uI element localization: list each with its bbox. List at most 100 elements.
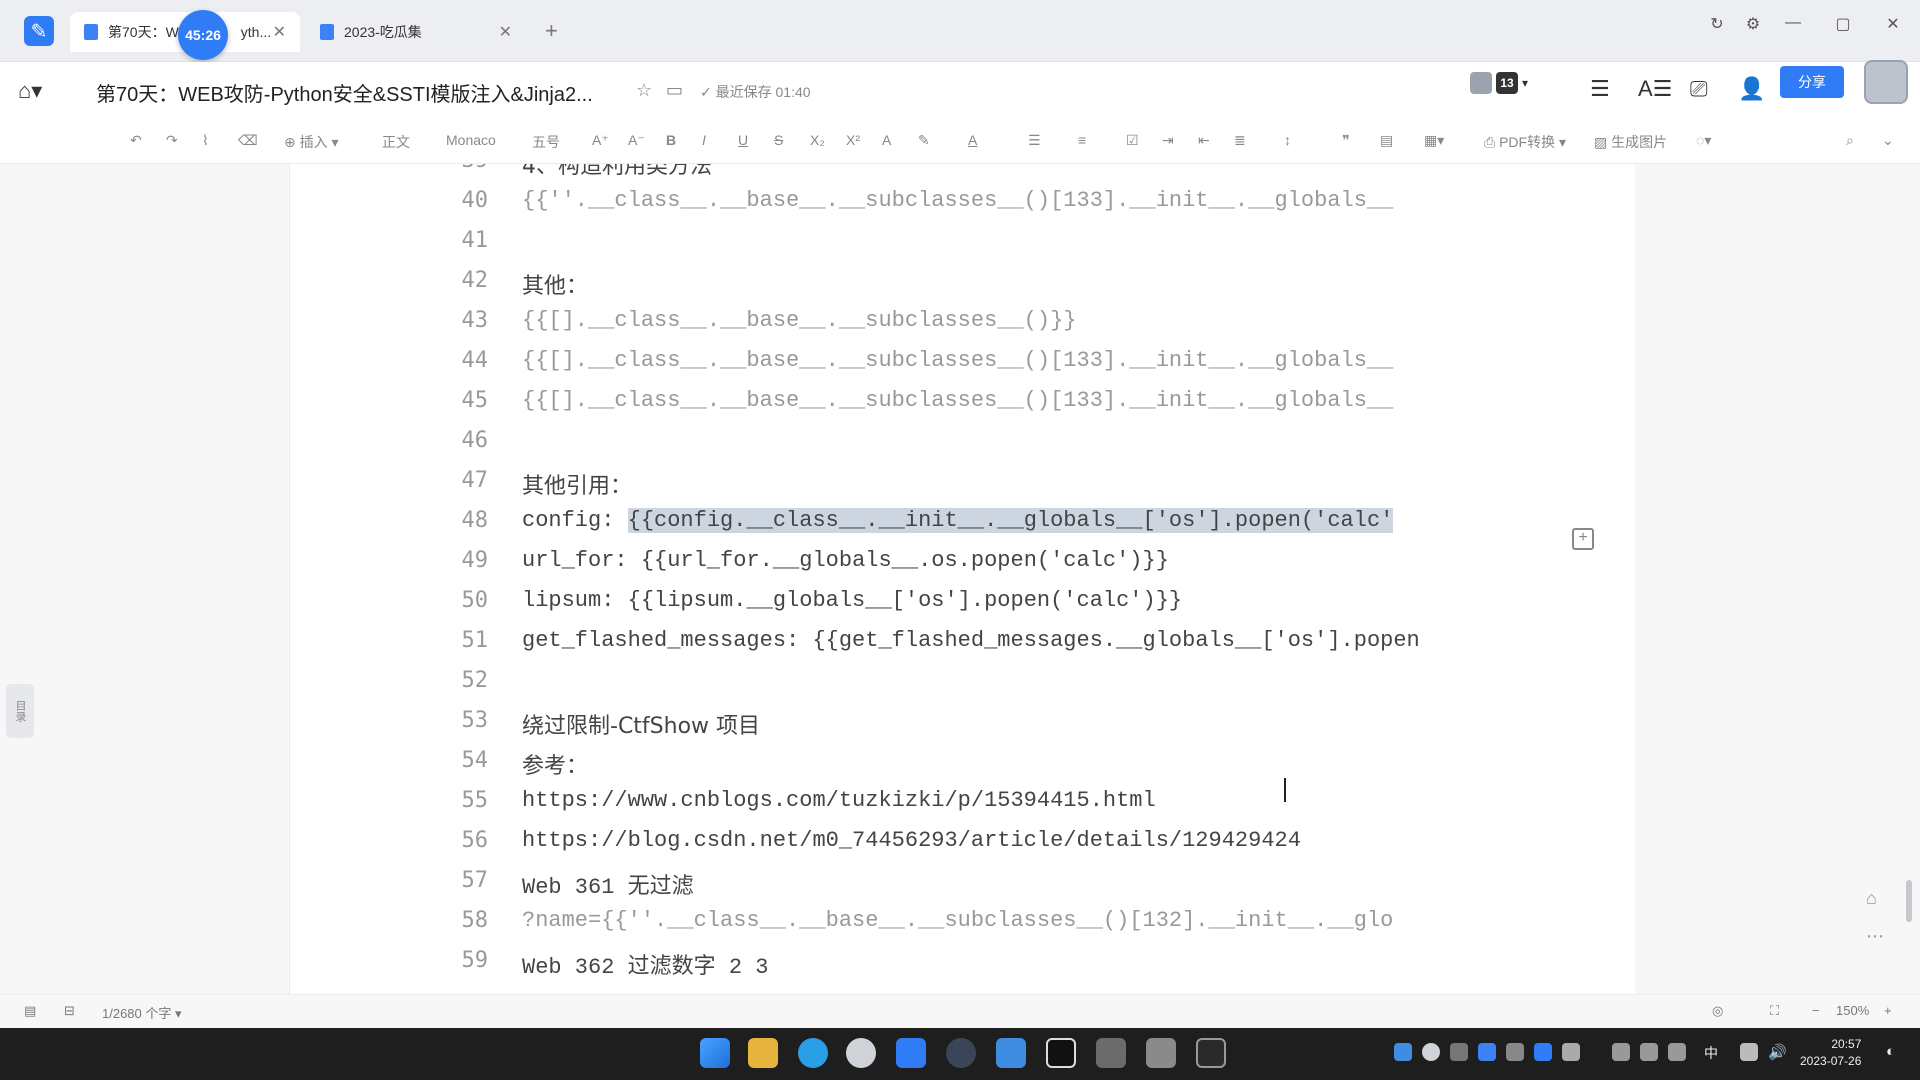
- online-users[interactable]: 13 ▾: [1470, 70, 1530, 96]
- insert-button[interactable]: ⊕ 插入 ▾: [284, 132, 339, 152]
- tray-app-icon[interactable]: [1394, 1043, 1412, 1061]
- assistant-icon[interactable]: ⌂: [1866, 888, 1877, 909]
- align-center-icon[interactable]: ≡: [1078, 132, 1086, 148]
- system-clock[interactable]: 20:57 2023-07-26: [1800, 1036, 1861, 1070]
- refresh-icon[interactable]: ↻: [1702, 14, 1732, 34]
- maximize-button[interactable]: ▢: [1828, 14, 1858, 34]
- edge-browser-icon[interactable]: [798, 1038, 828, 1068]
- tray-app-icon[interactable]: [1506, 1043, 1524, 1061]
- zoom-level[interactable]: 150%: [1836, 1003, 1869, 1018]
- present-icon[interactable]: ⎚: [1690, 76, 1708, 102]
- collaborator-icon[interactable]: 👤: [1738, 76, 1765, 102]
- file-explorer-icon[interactable]: [748, 1038, 778, 1068]
- doc-line[interactable]: 40 {{''.__class__.__base__.__subclasses_…: [290, 188, 1635, 228]
- tray-app-icon[interactable]: [1422, 1043, 1440, 1061]
- menu-icon[interactable]: ☰: [1590, 76, 1610, 102]
- doc-line[interactable]: 45 {{[].__class__.__base__.__subclasses_…: [290, 388, 1635, 428]
- underline-icon[interactable]: U: [738, 132, 748, 148]
- quote-icon[interactable]: ❞: [1342, 132, 1350, 149]
- app-icon[interactable]: [1096, 1038, 1126, 1068]
- align-left-icon[interactable]: ≣: [1234, 132, 1246, 149]
- table-icon[interactable]: ▦▾: [1424, 132, 1444, 149]
- share-button[interactable]: 分享: [1780, 66, 1844, 98]
- close-tab-icon[interactable]: ✕: [499, 22, 512, 42]
- doc-line[interactable]: 43 {{[].__class__.__base__.__subclasses_…: [290, 308, 1635, 348]
- volume-icon[interactable]: 🔊: [1768, 1043, 1787, 1061]
- word-count[interactable]: 1/2680 个字 ▾: [102, 1003, 182, 1022]
- font-color-icon[interactable]: A: [968, 132, 977, 148]
- format-painter-icon[interactable]: ⌇: [202, 132, 209, 149]
- steam-icon[interactable]: [946, 1038, 976, 1068]
- checkbox-list-icon[interactable]: ☑: [1126, 132, 1139, 149]
- bold-icon[interactable]: B: [666, 132, 676, 148]
- minimize-button[interactable]: —: [1778, 14, 1808, 32]
- fullscreen-icon[interactable]: ⛶: [1770, 1003, 1779, 1019]
- block-icon[interactable]: ▤: [1380, 132, 1393, 149]
- outline-view-icon[interactable]: ▤: [24, 1003, 36, 1019]
- redo-icon[interactable]: ↷: [166, 132, 178, 149]
- focus-mode-icon[interactable]: ◎: [1712, 1003, 1723, 1019]
- undo-icon[interactable]: ↶: [130, 132, 142, 149]
- text-effect-icon[interactable]: A: [882, 132, 891, 148]
- doc-line[interactable]: 46: [290, 428, 1635, 468]
- chrome-browser-icon[interactable]: [846, 1038, 876, 1068]
- subscript-icon[interactable]: X₂: [810, 132, 825, 148]
- tray-keyboard-icon[interactable]: [1612, 1043, 1630, 1061]
- add-comment-icon[interactable]: +: [1572, 528, 1594, 550]
- doc-line[interactable]: 52: [290, 668, 1635, 708]
- tray-shield-icon[interactable]: [1478, 1043, 1496, 1061]
- doc-line[interactable]: 50 lipsum: {{lipsum.__globals__['os'].po…: [290, 588, 1635, 628]
- scrollbar-thumb[interactable]: [1906, 880, 1912, 922]
- doc-line[interactable]: 47 其他引用：: [290, 468, 1635, 508]
- highlight-icon[interactable]: ✎: [918, 132, 930, 149]
- editor-icon[interactable]: [1146, 1038, 1176, 1068]
- indent-icon[interactable]: ⇥: [1162, 132, 1174, 149]
- doc-line[interactable]: 48 config: {{config.__class__.__init__._…: [290, 508, 1635, 548]
- folder-icon[interactable]: ▭: [666, 80, 683, 101]
- doc-line[interactable]: 51 get_flashed_messages: {{get_flashed_m…: [290, 628, 1635, 668]
- clear-format-icon[interactable]: ⌫: [238, 132, 258, 149]
- decrease-font-icon[interactable]: A⁻: [628, 132, 645, 149]
- line-spacing-icon[interactable]: ↕: [1284, 132, 1291, 148]
- document-page[interactable]: 39 4、构造利用类方法 40 {{''.__class__.__base__.…: [290, 164, 1635, 994]
- terminal-icon[interactable]: [1196, 1038, 1226, 1068]
- doc-line[interactable]: 59 Web 362 过滤数字 2 3: [290, 948, 1635, 988]
- italic-icon[interactable]: I: [702, 132, 706, 148]
- settings-gear-icon[interactable]: ⚙: [1738, 14, 1768, 34]
- superscript-icon[interactable]: X²: [846, 132, 860, 148]
- avatar[interactable]: [1864, 60, 1908, 104]
- doc-line[interactable]: 53 绕过限制-CtfShow 项目: [290, 708, 1635, 748]
- outline-toggle[interactable]: 目录: [6, 684, 34, 738]
- paragraph-style-select[interactable]: 正文: [382, 132, 410, 152]
- tray-app-icon[interactable]: [1562, 1043, 1580, 1061]
- tray-battery-icon[interactable]: [1640, 1043, 1658, 1061]
- doc-line[interactable]: 56 https://blog.csdn.net/m0_74456293/art…: [290, 828, 1635, 868]
- search-icon[interactable]: ⌕: [1846, 132, 1854, 149]
- font-size-icon[interactable]: A☰: [1638, 76, 1672, 102]
- ime-indicator[interactable]: 中: [1704, 1043, 1718, 1061]
- windows-start-icon[interactable]: [700, 1038, 730, 1068]
- font-family-select[interactable]: Monaco: [446, 132, 496, 148]
- pdf-convert-button[interactable]: ⎙ PDF转换 ▾: [1484, 132, 1566, 152]
- zoom-in-button[interactable]: +: [1884, 1003, 1892, 1018]
- chevron-down-icon[interactable]: ⌄: [1882, 132, 1894, 149]
- doc-line[interactable]: 41: [290, 228, 1635, 268]
- doc-line[interactable]: 44 {{[].__class__.__base__.__subclasses_…: [290, 348, 1635, 388]
- pycharm-icon[interactable]: [1046, 1038, 1076, 1068]
- selected-text[interactable]: {{config.__class__.__init__.__globals__[…: [627, 508, 1394, 533]
- image-viewer-icon[interactable]: [996, 1038, 1026, 1068]
- doc-line[interactable]: 42 其他：: [290, 268, 1635, 308]
- more-tools-icon[interactable]: ◌▾: [1696, 132, 1711, 149]
- doc-line[interactable]: 39 4、构造利用类方法: [290, 164, 1635, 188]
- more-icon[interactable]: ⋯: [1866, 926, 1884, 947]
- bullet-list-icon[interactable]: ☰: [1028, 132, 1041, 149]
- doc-line[interactable]: 57 Web 361 无过滤: [290, 868, 1635, 908]
- star-icon[interactable]: ☆: [636, 80, 652, 101]
- doc-line[interactable]: 55 https://www.cnblogs.com/tuzkizki/p/15…: [290, 788, 1635, 828]
- app-logo-icon[interactable]: ✎: [24, 16, 54, 46]
- close-tab-icon[interactable]: ✕: [273, 22, 286, 42]
- close-window-button[interactable]: ✕: [1878, 14, 1908, 34]
- strikethrough-icon[interactable]: S: [774, 132, 783, 148]
- increase-font-icon[interactable]: A⁺: [592, 132, 609, 149]
- notification-icon[interactable]: ◐: [1886, 1043, 1895, 1061]
